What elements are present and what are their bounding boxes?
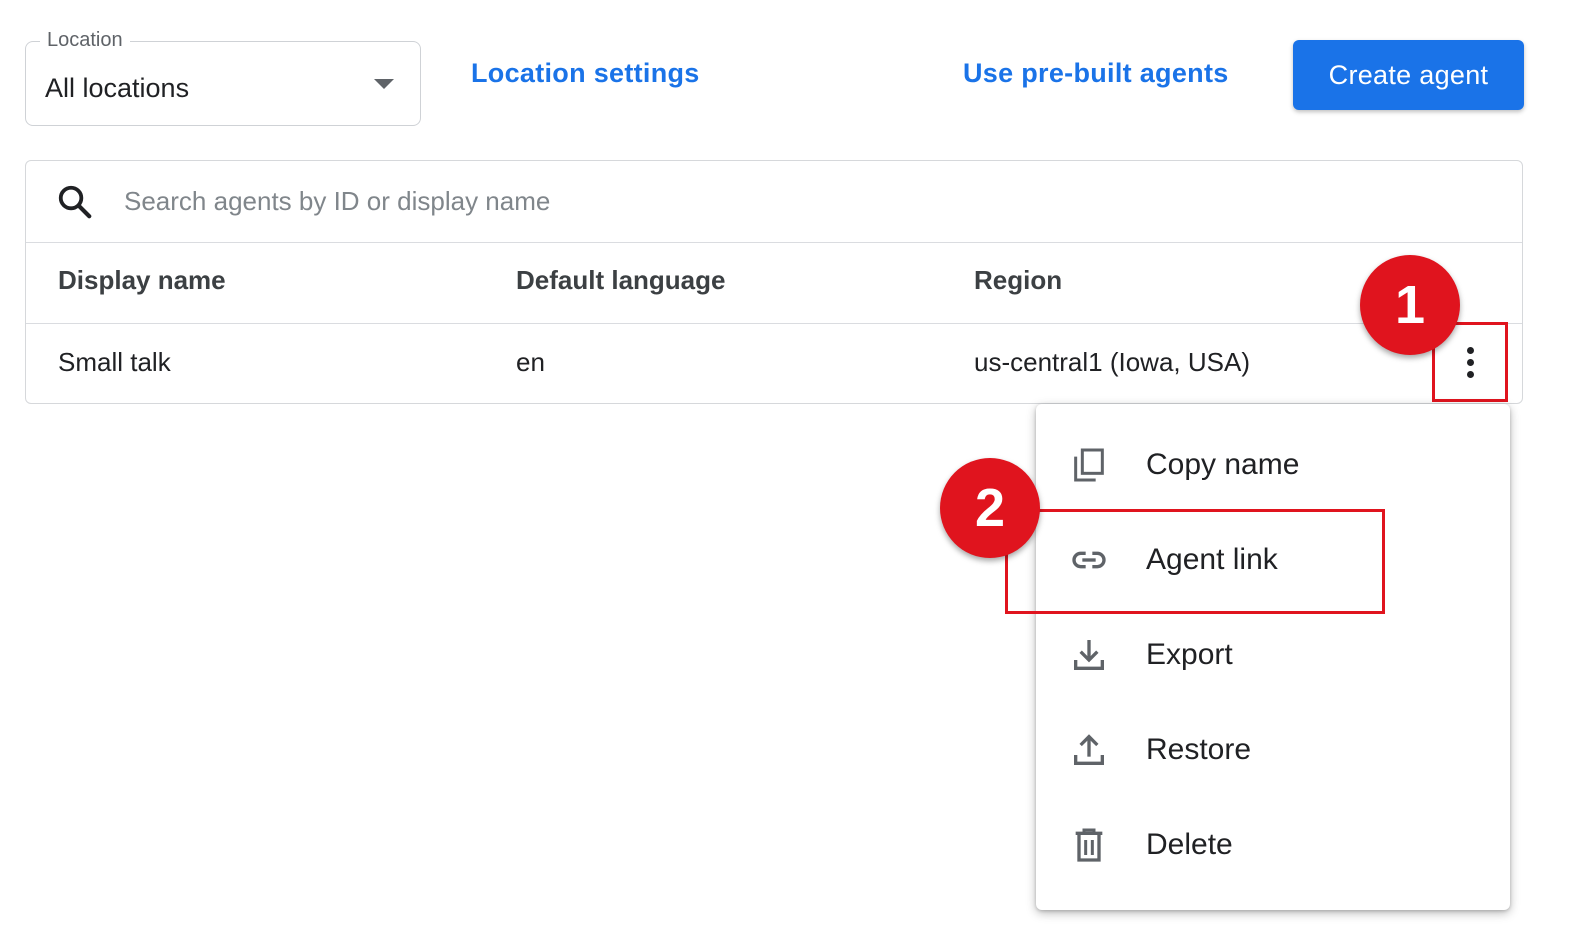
menu-item-delete[interactable]: Delete (1036, 798, 1510, 893)
location-value: All locations (45, 73, 190, 103)
table-header: Display name Default language Region (26, 242, 1522, 324)
step-2-callout: 2 (940, 458, 1040, 558)
trash-icon (1075, 828, 1103, 862)
menu-item-export[interactable]: Export (1036, 608, 1510, 703)
search-bar (26, 161, 1522, 243)
agent-actions-menu: Copy name Agent link Export Restore Dele… (1036, 404, 1510, 910)
search-icon (58, 185, 92, 219)
location-select[interactable]: Location All locations (25, 29, 421, 126)
cell-display-name: Small talk (58, 347, 171, 377)
menu-item-restore[interactable]: Restore (1036, 703, 1510, 798)
step-1-callout: 1 (1360, 255, 1460, 355)
copy-icon (1074, 448, 1104, 482)
menu-item-label: Delete (1146, 828, 1233, 861)
menu-item-label: Export (1146, 638, 1233, 671)
menu-item-label: Restore (1146, 733, 1252, 766)
agents-table: Display name Default language Region Sma… (25, 160, 1523, 404)
table-row[interactable]: Small talk en us-central1 (Iowa, USA) (26, 323, 1522, 404)
agent-link-highlight (1005, 509, 1385, 614)
cell-region: us-central1 (Iowa, USA) (974, 347, 1250, 377)
menu-item-copy-name[interactable]: Copy name (1036, 418, 1510, 513)
cell-default-language: en (516, 347, 545, 377)
location-legend: Location (40, 29, 130, 52)
menu-item-label: Copy name (1146, 448, 1300, 481)
column-header-display-name: Display name (58, 265, 226, 295)
search-input[interactable] (124, 179, 1024, 223)
upload-icon (1074, 734, 1104, 765)
download-icon (1074, 640, 1104, 670)
dropdown-caret-icon (374, 79, 394, 89)
location-settings-button[interactable]: Location settings (471, 58, 700, 89)
more-vert-icon (1466, 346, 1474, 378)
create-agent-button[interactable]: Create agent (1293, 40, 1524, 110)
use-prebuilt-agents-button[interactable]: Use pre-built agents (963, 58, 1229, 89)
column-header-region: Region (974, 265, 1063, 295)
column-header-default-language: Default language (516, 265, 726, 295)
